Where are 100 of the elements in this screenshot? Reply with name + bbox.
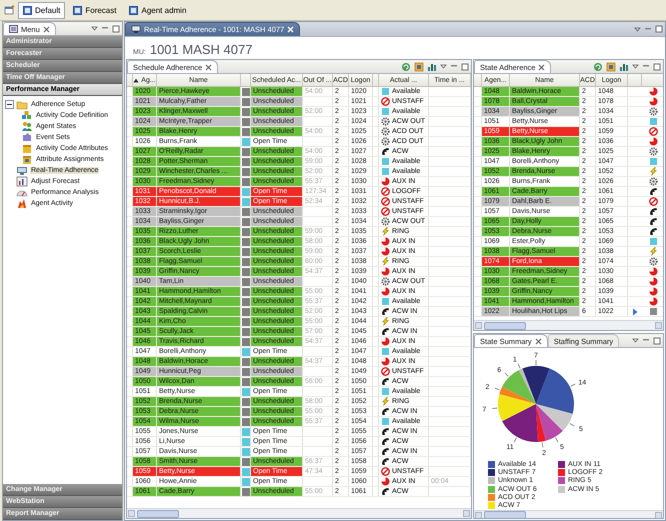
- no-entry-icon: [648, 197, 658, 206]
- unit-title: 1001 MASH 4077: [150, 42, 252, 57]
- status-square-icon: [381, 297, 390, 306]
- status-square-icon: [648, 157, 658, 166]
- flame-icon: [16, 198, 28, 209]
- no-entry-icon: [381, 187, 390, 196]
- maximize-icon[interactable]: [653, 62, 661, 70]
- lightning-icon: [648, 167, 658, 176]
- pie-icon: [381, 337, 390, 346]
- no-entry-icon: [381, 197, 390, 206]
- close-icon[interactable]: [538, 64, 546, 70]
- gear-icon: [648, 107, 658, 116]
- pie-icon: [648, 277, 658, 286]
- leader-line: [542, 442, 544, 448]
- lightning-icon: [648, 247, 658, 256]
- refresh-icon[interactable]: [593, 62, 603, 72]
- maximize-icon[interactable]: [655, 25, 663, 33]
- view-menu-icon[interactable]: [634, 26, 641, 32]
- close-icon[interactable]: [42, 26, 50, 32]
- lightning-icon: [381, 317, 390, 326]
- hand-icon: [381, 307, 390, 316]
- monitor-icon: [16, 165, 28, 176]
- maximize-icon[interactable]: [112, 24, 120, 32]
- lightning-icon: [381, 257, 390, 266]
- bar-chart-icon[interactable]: [427, 62, 437, 72]
- status-square-icon: [648, 307, 658, 316]
- report-icon[interactable]: [414, 62, 424, 72]
- status-square-icon: [381, 387, 390, 396]
- chart-icon: [16, 176, 28, 187]
- maximize-icon[interactable]: [461, 62, 469, 70]
- close-icon[interactable]: [205, 64, 212, 70]
- status-square-icon: [648, 237, 658, 246]
- sort-icon: [133, 78, 140, 82]
- refresh-icon[interactable]: [401, 62, 411, 72]
- leader-line: [494, 388, 500, 390]
- pie-icon: [381, 247, 390, 256]
- perspective-button[interactable]: Forecast: [68, 2, 122, 18]
- perspective-icon: [23, 6, 32, 14]
- gear-icon: [648, 147, 658, 156]
- hand-icon: [381, 407, 390, 416]
- pie-icon: [648, 297, 658, 306]
- status-square-icon: [381, 157, 390, 166]
- gear-icon: [648, 257, 658, 266]
- collapse-icon[interactable]: [5, 100, 14, 109]
- close-icon[interactable]: [534, 338, 542, 344]
- status-square-icon: [381, 87, 390, 96]
- pie-icon: [381, 287, 390, 296]
- perspective-button[interactable]: Default: [18, 2, 66, 18]
- status-square-icon: [381, 417, 390, 426]
- no-entry-icon: [381, 97, 390, 106]
- gear-icon: [648, 177, 658, 186]
- blocks-icon: [21, 110, 33, 121]
- hand-icon: [381, 327, 390, 336]
- pie-icon: [648, 97, 658, 106]
- pie-icon: [648, 87, 658, 96]
- gear-icon: [381, 277, 390, 286]
- no-entry-icon: [381, 367, 390, 376]
- hand-icon: [381, 147, 390, 156]
- puzzle-icon: [21, 132, 33, 143]
- folder-icon: [16, 99, 28, 110]
- leader-line: [514, 438, 517, 442]
- hand-icon: [381, 487, 390, 496]
- pie-icon: [381, 477, 390, 486]
- pie-icon: [648, 287, 658, 296]
- maximize-icon[interactable]: [653, 336, 661, 344]
- pie-icon: [381, 177, 390, 186]
- view-menu-icon[interactable]: [440, 63, 447, 70]
- menu-icon: [9, 25, 18, 33]
- bar-chart-icon[interactable]: [619, 62, 629, 72]
- status-square-icon: [381, 347, 390, 356]
- horizontal-scrollbar[interactable]: [127, 508, 471, 518]
- no-entry-icon: [381, 467, 390, 476]
- perspective-icon: [129, 6, 138, 14]
- no-entry-icon: [381, 207, 390, 216]
- no-entry-icon: [648, 127, 658, 136]
- pie-icon: [648, 267, 658, 276]
- pie-icon: [381, 267, 390, 276]
- minimize-icon[interactable]: [644, 26, 652, 32]
- box-icon: [21, 143, 33, 154]
- hand-icon: [381, 377, 390, 386]
- report-icon[interactable]: [606, 62, 616, 72]
- open-perspective-icon[interactable]: [4, 5, 15, 15]
- pie-icon: [648, 137, 658, 146]
- horizontal-scrollbar[interactable]: [474, 320, 663, 330]
- horizontal-scrollbar[interactable]: [474, 510, 663, 518]
- leader-line: [570, 423, 574, 426]
- view-menu-icon[interactable]: [632, 337, 639, 344]
- monitor-icon: [131, 25, 141, 34]
- lightning-icon: [381, 227, 390, 236]
- view-menu-icon[interactable]: [91, 25, 98, 32]
- box-icon: [21, 154, 33, 165]
- leader-line: [555, 438, 558, 442]
- status-square-icon: [381, 107, 390, 116]
- leader-line: [504, 372, 509, 377]
- pie-icon: [381, 357, 390, 366]
- view-menu-icon[interactable]: [632, 63, 639, 70]
- perspective-icon: [73, 6, 82, 14]
- perspective-button[interactable]: Agent admin: [124, 2, 192, 18]
- status-square-icon: [381, 167, 390, 176]
- status-square-icon: [648, 117, 658, 126]
